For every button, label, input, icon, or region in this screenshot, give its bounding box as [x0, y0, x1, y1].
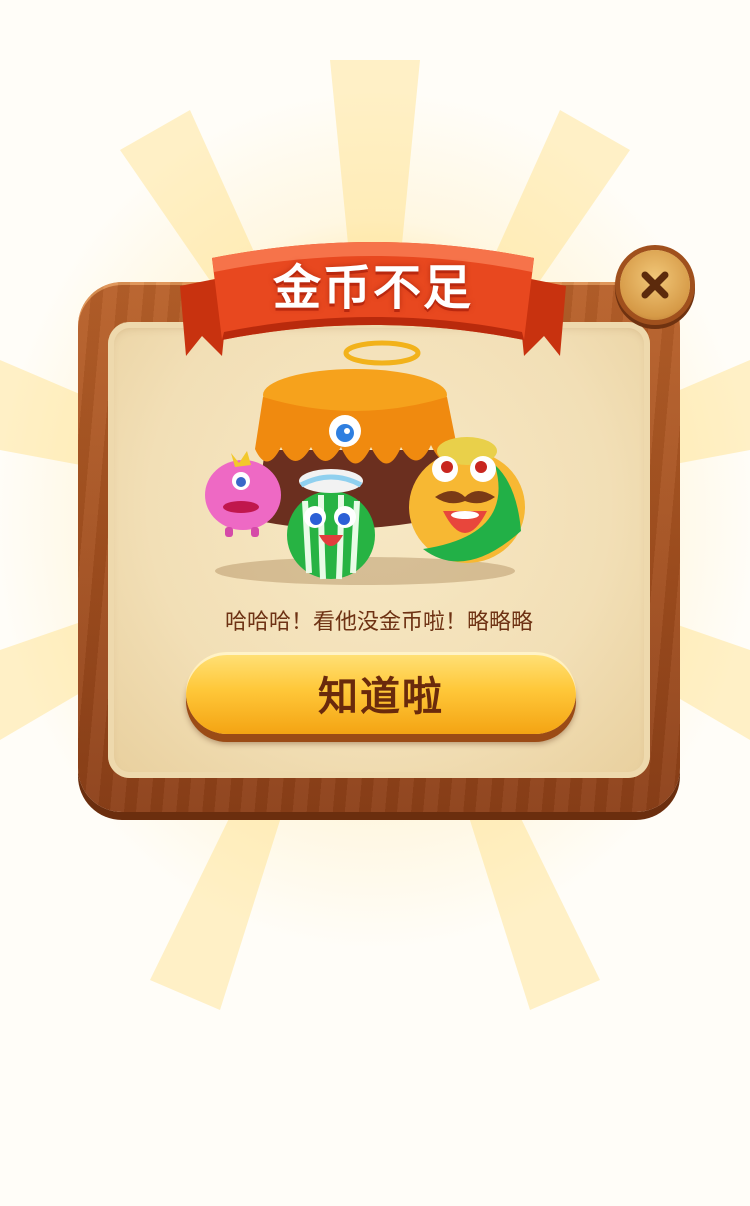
confirm-button[interactable]: 知道啦	[186, 652, 576, 734]
close-icon	[641, 271, 669, 299]
confirm-button-label: 知道啦	[318, 674, 444, 720]
close-button[interactable]	[620, 250, 690, 320]
dialog-title: 金币不足	[272, 260, 473, 316]
dialog-message: 哈哈哈！看他没金币啦！略略略	[224, 610, 533, 635]
monsters-illustration	[205, 340, 525, 585]
